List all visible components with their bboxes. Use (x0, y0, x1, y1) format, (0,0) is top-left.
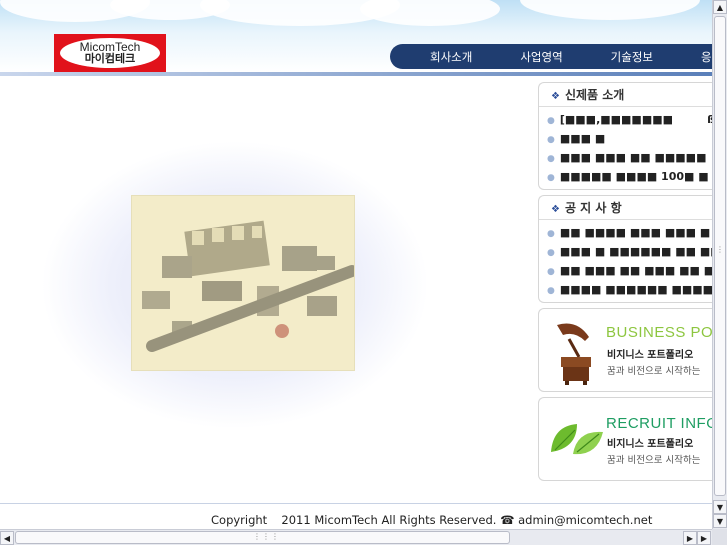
cloud-decoration (360, 0, 500, 26)
list-item[interactable]: ● ■■■ ■ (539, 129, 713, 148)
electronic-parts-illustration (142, 220, 354, 352)
list-item[interactable]: ● ■■■■■ ■■■■ 100■ ■ (539, 167, 713, 186)
scrollbar-corner (712, 529, 727, 545)
scroll-down-button[interactable]: ▼ (713, 500, 727, 514)
new-product-link[interactable]: [■■■,■■■■■■■ ᅟᅟᅟß.. (560, 113, 713, 126)
scroll-up-button[interactable]: ▲ (713, 0, 727, 14)
phone-icon: ☎ (500, 513, 515, 527)
footer-divider (0, 503, 712, 504)
new-product-link[interactable]: ■■■ ■ (560, 132, 605, 145)
notice-link[interactable]: ■■■■ ■■■■■■ ■■■■ ■ (560, 283, 713, 296)
dot-icon: ● (547, 248, 555, 258)
logo-badge: MicomTech 마이컴테크 (60, 38, 160, 68)
banner-caption: 꿈과 비전으로 시작하는 (607, 455, 701, 466)
scroll-down-button-2[interactable]: ▼ (713, 514, 727, 528)
site-logo[interactable]: MicomTech 마이컴테크 (54, 34, 166, 72)
gramophone-icon (557, 323, 591, 385)
banner-caption: 꿈과 비전으로 시작하는 (607, 366, 701, 377)
diamond-bullet-icon: ❖ (551, 204, 560, 215)
scroll-right-button-2[interactable]: ▶ (697, 531, 711, 545)
diamond-bullet-icon: ❖ (551, 91, 560, 102)
recruit-info-banner[interactable]: RECRUIT INFO 비지니스 포트폴리오 꿈과 비전으로 시작하는 (538, 397, 713, 481)
horizontal-scrollbar[interactable]: ◀ ⋮⋮⋮ ▶ ▶ (0, 529, 712, 545)
list-item[interactable]: ● ■■■■ ■■■■■■ ■■■■ ■ (539, 280, 713, 299)
nav-item-business[interactable]: 사업영역 (472, 49, 562, 65)
nav-item-tech[interactable]: 기술정보 (563, 49, 653, 65)
dot-icon: ● (547, 267, 555, 277)
vertical-scroll-thumb[interactable] (714, 16, 726, 496)
logo-text-ko: 마이컴테크 (84, 52, 136, 65)
dot-icon: ● (547, 229, 555, 239)
notice-link[interactable]: ■■ ■■■■ ■■■ ■■■ ■ (560, 226, 710, 239)
dot-icon: ● (547, 116, 555, 126)
product-photo (131, 195, 355, 371)
banner-subtitle: 비지니스 포트폴리오 (607, 350, 694, 361)
leaf-icon (551, 424, 603, 455)
nav-item-company[interactable]: 회사소개 (390, 49, 472, 65)
scroll-right-button[interactable]: ▶ (683, 531, 697, 545)
new-product-link[interactable]: ■■■■■ ■■■■ 100■ ■ (560, 170, 709, 183)
list-item[interactable]: ● ■■■ ■ ■■■■■■ ■■ ■■ (539, 242, 713, 261)
dot-icon: ● (547, 173, 555, 183)
banner-subtitle: 비지니스 포트폴리오 (607, 439, 694, 450)
notice-title-text: 공 지 사 항 (564, 201, 622, 215)
header-divider (0, 72, 712, 76)
list-item[interactable]: ● [■■■,■■■■■■■ ᅟᅟᅟß.. (539, 110, 713, 129)
banner-title: BUSINESS PORTFOLIO (606, 324, 713, 341)
notice-link[interactable]: ■■ ■■■ ■■ ■■■ ■■ ■ (560, 264, 713, 277)
footer: Copyrightᅟ 2011 MicomTech All Rights Res… (211, 512, 652, 528)
dot-icon: ● (547, 286, 555, 296)
list-item[interactable]: ● ■■ ■■■ ■■ ■■■ ■■ ■ (539, 261, 713, 280)
new-products-title: ❖ 신제품 소개 (539, 83, 713, 107)
business-portfolio-banner[interactable]: BUSINESS PORTFOLIO 비지니스 포트폴리오 꿈과 비전으로 시작… (538, 308, 713, 392)
dot-icon: ● (547, 135, 555, 145)
banner-title: RECRUIT INFO (606, 415, 713, 432)
grip-icon: ⋮⋮⋮ (253, 532, 280, 541)
main-nav: 회사소개 사업영역 기술정보 응 (390, 44, 712, 69)
nav-item-application[interactable]: 응 (653, 49, 712, 65)
footer-email-link[interactable]: admin@micomtech.net (518, 513, 652, 527)
vertical-scrollbar[interactable]: ▲ ⋮⋮ ▼ ▼ (712, 0, 727, 529)
notice-title: ❖ 공 지 사 항 (539, 196, 713, 220)
dot-icon: ● (547, 154, 555, 164)
grip-icon: ⋮⋮ (716, 245, 727, 254)
scroll-left-button[interactable]: ◀ (0, 531, 14, 545)
notice-panel: ❖ 공 지 사 항 ● ■■ ■■■■ ■■■ ■■■ ■ ● ■■■ ■ ■■■■■… (538, 195, 713, 303)
new-products-panel: ❖ 신제품 소개 ● [■■■,■■■■■■■ ᅟᅟᅟß.. ● ■■■ ■ ● ■■■… (538, 82, 713, 190)
list-item[interactable]: ● ■■ ■■■■ ■■■ ■■■ ■ (539, 223, 713, 242)
new-products-title-text: 신제품 소개 (564, 88, 625, 102)
new-product-link[interactable]: ■■■ ■■■ ■■ ■■■■■ (560, 151, 707, 164)
notice-link[interactable]: ■■■ ■ ■■■■■■ ■■ ■■ (560, 245, 713, 258)
list-item[interactable]: ● ■■■ ■■■ ■■ ■■■■■ (539, 148, 713, 167)
cloud-decoration (520, 0, 700, 20)
copyright-text: Copyrightᅟ 2011 MicomTech All Rights Res… (211, 513, 497, 527)
